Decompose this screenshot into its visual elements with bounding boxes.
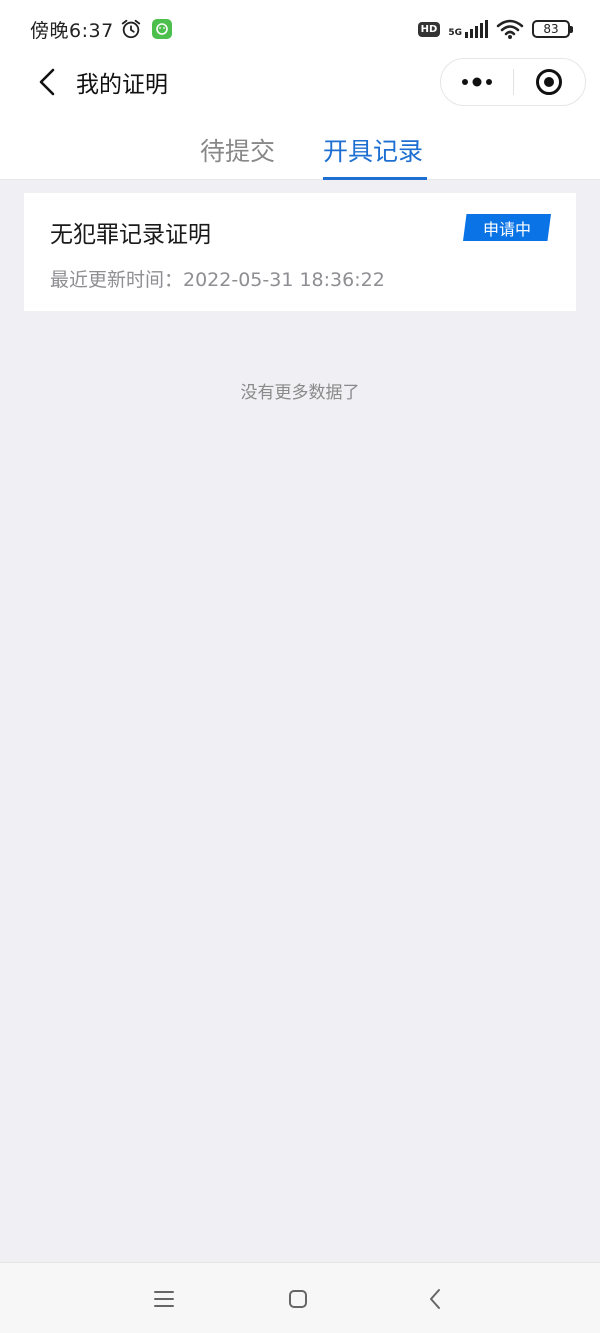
tab-records[interactable]: 开具记录 bbox=[323, 132, 423, 168]
active-tab-indicator bbox=[323, 177, 427, 180]
home-icon[interactable] bbox=[284, 1285, 312, 1313]
mini-program-capsule bbox=[440, 58, 586, 106]
status-badge: 申请中 bbox=[463, 214, 551, 241]
alarm-icon bbox=[121, 19, 140, 39]
page-title: 我的证明 bbox=[76, 72, 168, 98]
network-group: 5G bbox=[448, 20, 488, 38]
battery-indicator: 83 bbox=[532, 20, 573, 38]
list-end-text: 没有更多数据了 bbox=[240, 383, 360, 403]
network-label: 5G bbox=[448, 28, 462, 38]
close-target-icon bbox=[536, 69, 563, 95]
back-button[interactable] bbox=[10, 58, 62, 106]
tab-bar: 待提交 开具记录 bbox=[0, 106, 600, 180]
app-badge-icon bbox=[151, 19, 172, 39]
system-nav-bar bbox=[0, 1262, 600, 1333]
status-bar: 傍晚6:37 HD 5G 83 bbox=[0, 0, 600, 58]
nav-back-icon[interactable] bbox=[422, 1285, 450, 1313]
menu-icon[interactable] bbox=[150, 1285, 178, 1313]
signal-icon bbox=[465, 20, 488, 38]
screen: 傍晚6:37 HD 5G 83 我的证明 待提交 开具记录 无犯罪记录证明 申请… bbox=[0, 0, 600, 1333]
title-bar: 我的证明 bbox=[0, 58, 600, 106]
status-right: HD 5G 83 bbox=[417, 18, 573, 40]
tab-pending[interactable]: 待提交 bbox=[200, 132, 275, 168]
record-card[interactable]: 无犯罪记录证明 申请中 最近更新时间：2022-05-31 18:36:22 bbox=[24, 193, 576, 311]
record-updated-time: 最近更新时间：2022-05-31 18:36:22 bbox=[50, 269, 385, 291]
status-time: 傍晚6:37 bbox=[30, 19, 114, 42]
wifi-icon bbox=[496, 19, 524, 39]
close-button[interactable] bbox=[514, 59, 586, 105]
record-title: 无犯罪记录证明 bbox=[50, 222, 211, 248]
hd-badge: HD bbox=[417, 21, 441, 37]
more-icon bbox=[461, 77, 492, 87]
back-icon bbox=[39, 68, 55, 96]
more-button[interactable] bbox=[441, 59, 513, 105]
